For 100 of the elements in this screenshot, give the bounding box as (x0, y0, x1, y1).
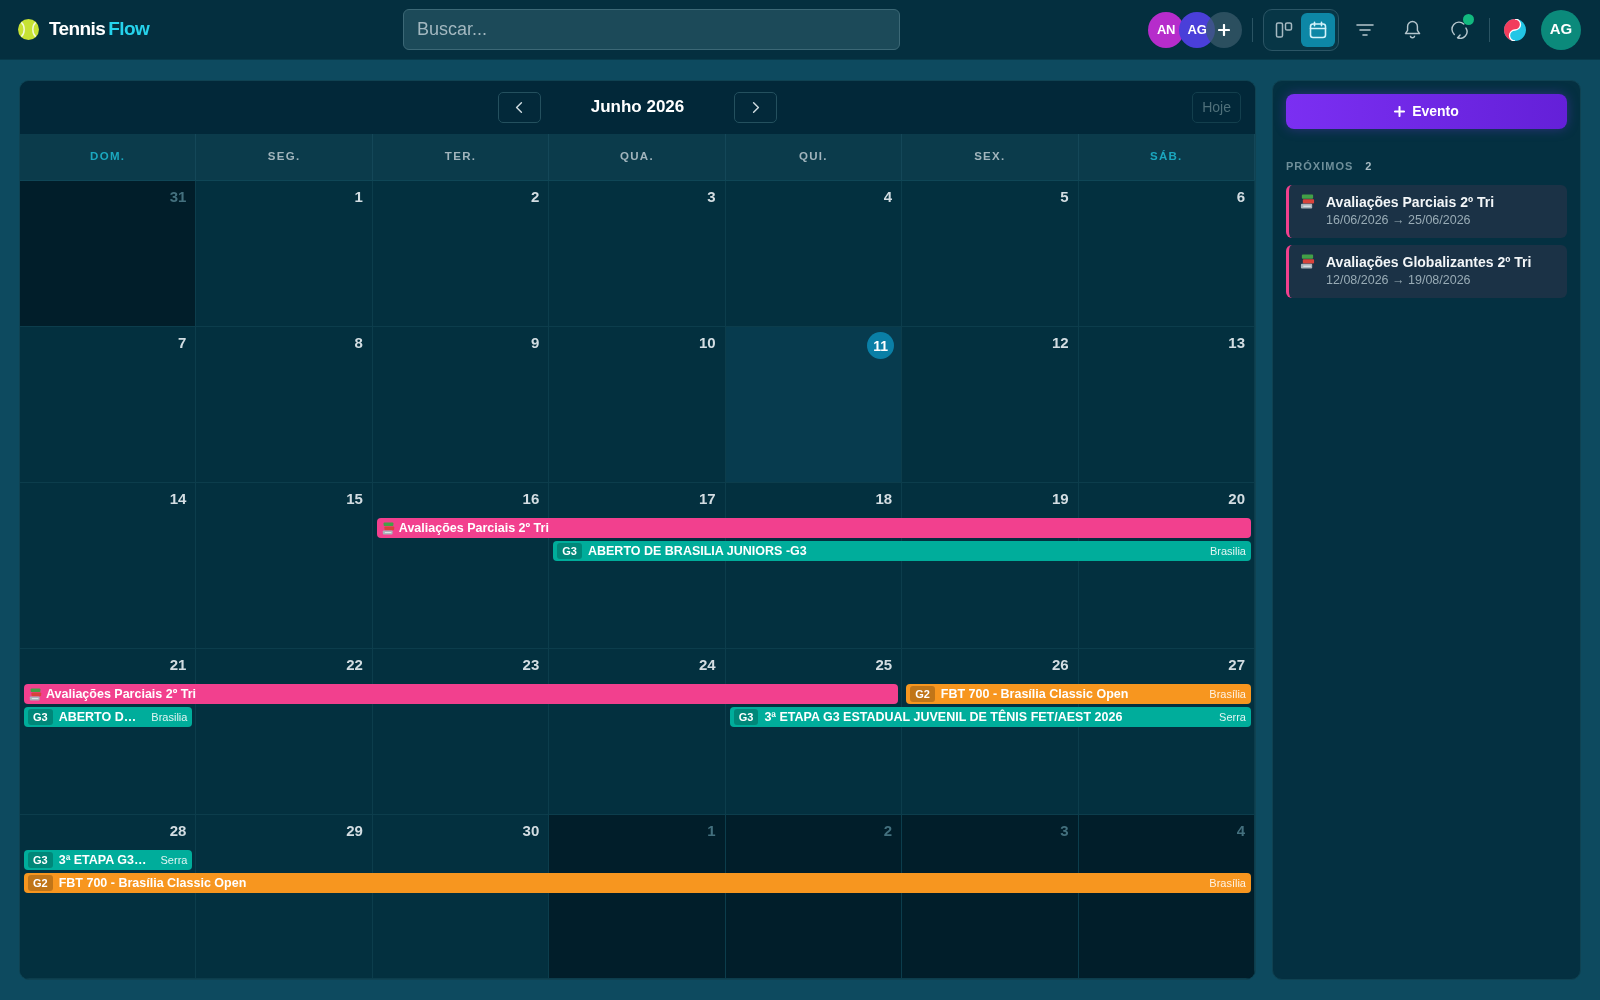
event-tag: G2 (28, 875, 53, 891)
books-icon (1300, 193, 1315, 209)
chevron-right-icon (751, 101, 760, 114)
plus-icon (1394, 106, 1406, 117)
event-tag: G3 (28, 852, 53, 868)
event-location: Brasília (1209, 687, 1246, 702)
event-tag: G3 (733, 709, 759, 725)
bell-icon (1403, 20, 1421, 39)
upcoming-event-card[interactable]: Avaliações Parciais 2º Tri 16/06/2026 → 25/06/2026 (1286, 184, 1567, 238)
event-title: Avaliações Parciais 2º Tri (398, 520, 549, 536)
day-number: 10 (699, 334, 716, 352)
event-title: ABERTO D… (58, 709, 137, 725)
day-number: 11 (867, 332, 895, 359)
event-bar[interactable]: Avaliações Parciais 2º Tri (376, 518, 1251, 538)
event-title: 3ª ETAPA G3… (58, 852, 147, 868)
event-location: Brasilia (151, 710, 188, 725)
day-number: 14 (169, 490, 187, 508)
day-number: 4 (883, 188, 893, 206)
day-number: 6 (1236, 188, 1245, 206)
day-number: 16 (522, 490, 540, 508)
books-icon (1300, 253, 1315, 269)
logo-text: Tennis (49, 18, 106, 41)
event-count: 2 (1365, 159, 1372, 174)
event-location: Serra (160, 853, 188, 868)
add-member-button[interactable] (1206, 11, 1242, 48)
day-number: 20 (1228, 490, 1245, 508)
logo-accent-text: Flow (108, 18, 150, 41)
day-number: 29 (346, 822, 363, 840)
day-number: 31 (169, 188, 187, 206)
event-tag: G3 (28, 709, 53, 725)
event-bar[interactable]: G3 3ª ETAPA G3 ESTADUAL JUVENIL DE TÊNIS FET/AEST 2026 Serra (729, 707, 1251, 727)
search-field[interactable]: Buscar... (403, 9, 900, 50)
section-label: PRÓXIMOS (1286, 159, 1354, 174)
add-event-button[interactable]: Evento (1286, 94, 1567, 129)
event-title: Avaliações Globalizantes 2º Tri (1326, 252, 1532, 271)
event-location: Brasilia (1209, 544, 1246, 559)
event-tag: G2 (910, 686, 935, 702)
event-bar[interactable]: G3 ABERTO DE BRASILIA JUNIORS -G3 Brasilia (553, 541, 1251, 561)
day-number: 12 (1051, 334, 1069, 352)
day-number: 7 (178, 334, 187, 352)
event-location: Serra (1219, 710, 1246, 725)
event-title: FBT 700 - Brasília Classic Open (940, 686, 1129, 702)
day-number: 4 (1236, 822, 1245, 840)
weekday-label: QUA. (620, 149, 654, 165)
day-number: 23 (522, 656, 540, 674)
event-bar[interactable]: G2 FBT 700 - Brasília Classic Open Brasília (24, 873, 1251, 893)
event-bar[interactable]: G3 3ª ETAPA G3… Serra (24, 850, 193, 870)
day-number: 26 (1051, 656, 1069, 674)
books-icon (29, 687, 42, 701)
day-number: 15 (346, 490, 363, 508)
event-bar[interactable]: Avaliações Parciais 2º Tri (24, 684, 899, 704)
day-number: 9 (530, 334, 540, 352)
day-number: 1 (707, 822, 716, 840)
day-number: 25 (875, 656, 893, 674)
event-title: Avaliações Parciais 2º Tri (1326, 192, 1495, 211)
day-number: 19 (1051, 490, 1069, 508)
day-number: 18 (875, 490, 893, 508)
day-number: 8 (354, 334, 363, 352)
calendar-view-button[interactable] (1301, 12, 1335, 47)
event-bar[interactable]: G2 FBT 700 - Brasília Classic Open Brasília (906, 684, 1251, 704)
day-number: 27 (1228, 656, 1245, 674)
day-number: 2 (883, 822, 893, 840)
previous-month-button[interactable] (497, 92, 541, 123)
member-avatar[interactable]: AN (1148, 11, 1184, 48)
swirl-logo-icon[interactable] (1504, 18, 1526, 41)
next-month-button[interactable] (734, 92, 778, 123)
day-number: 5 (1060, 188, 1069, 206)
day-number: 2 (530, 188, 540, 206)
books-icon (381, 521, 395, 535)
weekday-label: SEG. (267, 149, 301, 165)
tennis-ball-icon (18, 19, 39, 40)
event-title: Avaliações Parciais 2º Tri (46, 686, 197, 702)
event-title: 3ª ETAPA G3 ESTADUAL JUVENIL DE TÊNIS FET/AEST 2026 (764, 709, 1123, 725)
day-number: 28 (169, 822, 187, 840)
event-location: Brasília (1209, 876, 1246, 891)
columns-icon (1275, 20, 1293, 39)
calendar-icon (1309, 20, 1327, 39)
day-number: 30 (522, 822, 540, 840)
event-title: FBT 700 - Brasília Classic Open (58, 875, 247, 891)
day-number: 17 (699, 490, 716, 508)
day-number: 13 (1228, 334, 1245, 352)
filter-icon (1356, 22, 1374, 37)
weekday-label: SEX. (974, 149, 1006, 165)
day-number: 24 (699, 656, 716, 674)
day-number: 21 (169, 656, 187, 674)
user-avatar[interactable]: AG (1541, 9, 1581, 50)
sync-icon (1449, 20, 1469, 39)
day-number: 3 (1060, 822, 1069, 840)
upcoming-event-card[interactable]: Avaliações Globalizantes 2º Tri 12/08/2026 → 19/08/2026 (1286, 244, 1567, 298)
weekday-label: SÁB. (1149, 149, 1183, 165)
day-number: 22 (346, 656, 363, 674)
event-tag: G3 (557, 543, 582, 559)
weekday-label: QUI. (799, 149, 828, 165)
event-title: ABERTO DE BRASILIA JUNIORS -G3 (587, 543, 807, 559)
day-number: 1 (354, 188, 363, 206)
month-title: Junho 2026 (590, 97, 685, 118)
chevron-left-icon (515, 101, 524, 114)
event-bar[interactable]: G3 ABERTO D… Brasilia (24, 707, 193, 727)
event-dates: 12/08/2026 → 19/08/2026 (1326, 271, 1471, 288)
weekday-label: DOM. (90, 149, 126, 165)
